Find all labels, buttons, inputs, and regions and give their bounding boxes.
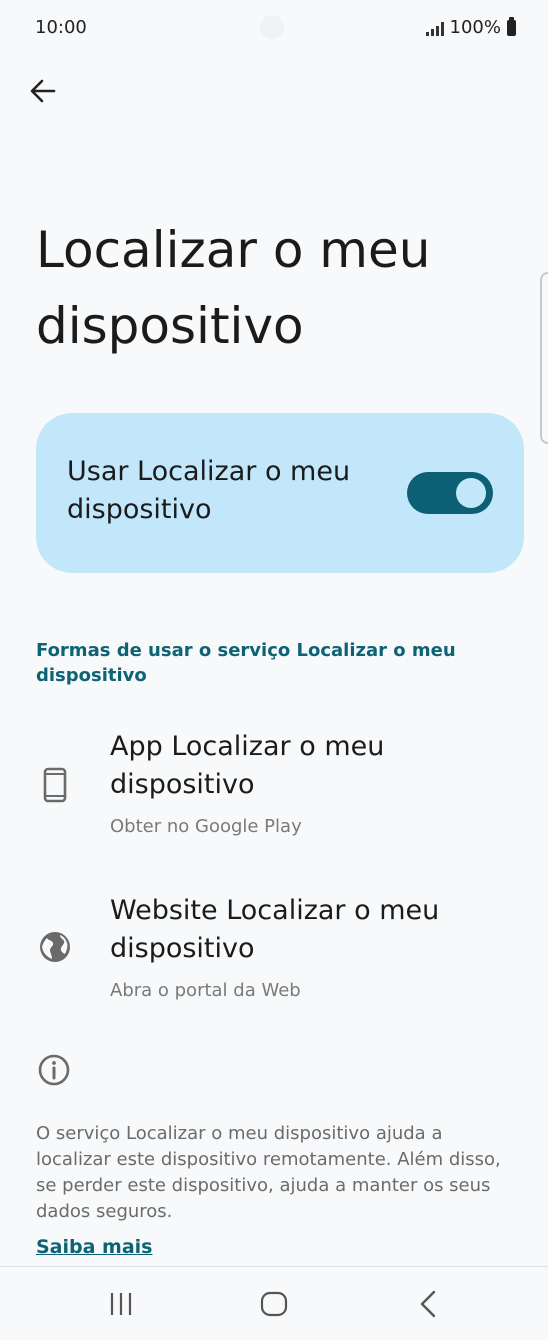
switch-knob <box>456 478 486 508</box>
home-icon <box>260 1291 288 1317</box>
item-title: Website Localizar o meu dispositivo <box>110 895 440 964</box>
battery-percentage: 100% <box>449 17 501 38</box>
back-nav-button[interactable] <box>412 1287 446 1321</box>
info-description: O serviço Localizar o meu dispositivo aj… <box>36 1123 501 1222</box>
scrollbar[interactable] <box>540 272 548 444</box>
recent-apps-icon <box>110 1293 132 1315</box>
phone-icon <box>43 767 67 803</box>
page-title: Localizar o meu dispositivo <box>36 221 431 355</box>
list-item-website[interactable]: Website Localizar o meu dispositivo Abra… <box>0 884 548 1024</box>
item-title: App Localizar o meu dispositivo <box>110 731 385 800</box>
navigation-bar <box>0 1266 548 1340</box>
section-header: Formas de usar o serviço Localizar o meu… <box>36 640 456 686</box>
back-nav-icon <box>420 1290 436 1318</box>
back-button[interactable] <box>26 74 60 108</box>
globe-icon <box>40 932 70 962</box>
signal-icon <box>425 20 444 36</box>
list-item-app[interactable]: App Localizar o meu dispositivo Obter no… <box>0 720 548 860</box>
toggle-label: Usar Localizar o meu dispositivo <box>67 456 351 525</box>
status-indicators: 100% <box>425 16 516 38</box>
battery-icon <box>507 16 516 36</box>
item-subtitle: Abra o portal da Web <box>110 980 301 1001</box>
info-icon <box>38 1054 70 1086</box>
camera-cutout <box>260 15 284 39</box>
status-bar: 10:00 100% <box>0 0 548 58</box>
learn-more-link[interactable]: Saiba mais <box>36 1236 153 1258</box>
recent-apps-button[interactable] <box>104 1287 138 1321</box>
find-my-device-switch[interactable] <box>407 472 493 514</box>
use-find-my-device-toggle-card[interactable]: Usar Localizar o meu dispositivo <box>36 413 524 573</box>
home-button[interactable] <box>257 1287 291 1321</box>
back-arrow-icon <box>30 79 56 103</box>
item-subtitle: Obter no Google Play <box>110 816 302 837</box>
status-time: 10:00 <box>35 17 87 38</box>
